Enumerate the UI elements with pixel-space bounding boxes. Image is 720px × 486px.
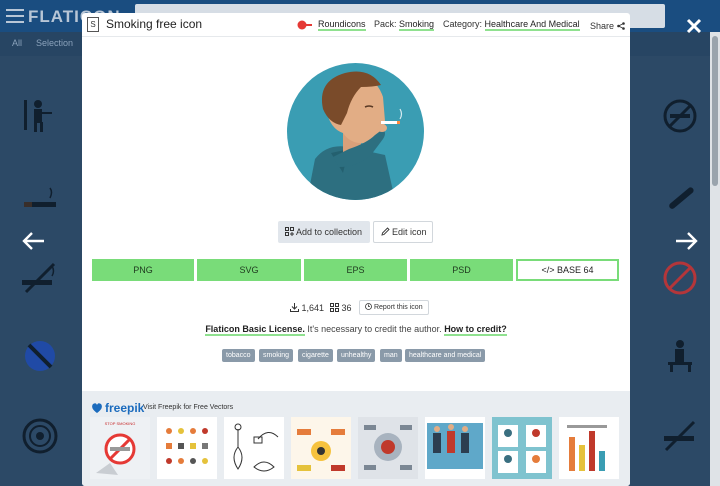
author-link[interactable]: Roundicons (318, 19, 366, 31)
freepik-thumbnail[interactable]: STOP SMOKING (90, 417, 150, 479)
no-entry-sign-icon[interactable] (20, 336, 60, 376)
freepik-thumbnail[interactable] (291, 417, 351, 479)
page-title: Smoking free icon (106, 17, 203, 31)
infographic-circle-thumbnail-image (358, 417, 418, 479)
cigar-icon[interactable] (660, 178, 700, 218)
clock-icon (365, 303, 372, 310)
add-to-collection-label: Add to collection (296, 227, 363, 237)
license-link[interactable]: Flaticon Basic License. (205, 324, 305, 336)
freepik-logo-icon (92, 403, 102, 413)
freepik-thumbnail[interactable] (425, 417, 485, 479)
page-scrollbar-thumb[interactable] (712, 36, 718, 186)
base64-button[interactable]: </> BASE 64 (516, 259, 619, 281)
download-png-button[interactable]: PNG (92, 259, 194, 281)
how-to-credit-link[interactable]: How to credit? (444, 324, 507, 336)
man-sitting-smoking-icon[interactable] (660, 336, 700, 376)
no-cigarette-icon[interactable] (660, 416, 700, 456)
share-icon (616, 22, 625, 30)
collection-grid-icon (330, 303, 339, 312)
freepik-brand[interactable]: freepik (105, 401, 144, 415)
freepik-thumbnail[interactable] (559, 417, 619, 479)
pack-link[interactable]: Smoking (399, 19, 435, 31)
share-button[interactable]: Share (590, 21, 625, 31)
collection-icon (285, 227, 294, 236)
smoke-detector-icon[interactable] (20, 416, 60, 456)
tab-selection[interactable]: Selection (36, 38, 73, 48)
freepik-promo-text[interactable]: Visit Freepik for Free Vectors (143, 404, 233, 411)
icon-detail-modal: S Smoking free icon Roundicons Pack: Smo… (82, 13, 630, 486)
tag-tobacco[interactable]: tobacco (222, 349, 255, 362)
tab-all[interactable]: All (12, 38, 22, 48)
roundicons-logo-icon (297, 20, 312, 30)
smoking-man-icon-preview (287, 63, 424, 200)
freepik-thumbnail[interactable] (358, 417, 418, 479)
freepik-thumbnail[interactable] (157, 417, 217, 479)
file-icon: S (87, 17, 99, 32)
downloads-value: 1,641 (301, 303, 325, 313)
no-smoking-man-icon[interactable] (20, 96, 60, 136)
tag-smoking[interactable]: smoking (259, 349, 294, 362)
people-smoking-thumbnail-image (425, 417, 485, 479)
share-label: Share (590, 21, 615, 31)
no-smoking-icon[interactable] (660, 96, 700, 136)
smokers-thumbnail-image (492, 417, 552, 479)
edit-icon-label: Edit icon (392, 227, 427, 237)
hookah-sketch-thumbnail-image (224, 417, 284, 479)
modal-topbar: S Smoking free icon Roundicons Pack: Smo… (82, 13, 630, 37)
menu-icon[interactable] (6, 9, 24, 23)
cigarette-chart-thumbnail-image (559, 417, 619, 479)
stop-smoking-thumbnail-image: STOP SMOKING (90, 417, 150, 479)
close-icon[interactable] (684, 16, 704, 36)
edit-icon-button[interactable]: Edit icon (373, 221, 433, 243)
smoke-free-icon[interactable] (20, 258, 60, 298)
collections-count: 36 (330, 303, 352, 313)
next-arrow-icon[interactable] (674, 230, 698, 252)
thumbnail-caption: STOP SMOKING (105, 421, 136, 426)
prohibited-icon[interactable] (660, 258, 700, 298)
pack-label: Pack: (374, 19, 397, 29)
category-label: Category: (443, 19, 483, 29)
pencil-icon (381, 227, 390, 236)
pack-meta: Pack: Smoking (374, 19, 435, 31)
freepik-thumbnail[interactable] (224, 417, 284, 479)
category-link[interactable]: Healthcare And Medical (484, 19, 580, 31)
license-text: It's necessary to credit the author. (307, 324, 442, 334)
collections-value: 36 (341, 303, 352, 313)
freepik-thumbnail[interactable] (492, 417, 552, 479)
tag-man[interactable]: man (380, 349, 402, 362)
report-button[interactable]: Report this icon (359, 300, 429, 315)
tag-cigarette[interactable]: cigarette (298, 349, 333, 362)
download-psd-button[interactable]: PSD (410, 259, 513, 281)
category-meta: Category: Healthcare And Medical (443, 19, 580, 31)
add-to-collection-button[interactable]: Add to collection (278, 221, 370, 243)
tag-healthcare-and-medical[interactable]: healthcare and medical (405, 349, 486, 362)
download-icon (290, 303, 299, 312)
smoking-infographic-thumbnail-image (291, 417, 351, 479)
downloads-count: 1,641 (290, 303, 324, 313)
download-eps-button[interactable]: EPS (304, 259, 407, 281)
freepik-promo: freepik Visit Freepik for Free Vectors S… (82, 391, 630, 486)
previous-arrow-icon[interactable] (22, 230, 46, 252)
download-svg-button[interactable]: SVG (197, 259, 301, 281)
smoking-icons-thumbnail-image (157, 417, 217, 479)
report-label: Report this icon (373, 304, 423, 311)
license-line: Flaticon Basic License. It's necessary t… (82, 324, 630, 336)
tag-unhealthy[interactable]: unhealthy (337, 349, 376, 362)
cigarette-icon[interactable] (20, 180, 60, 220)
